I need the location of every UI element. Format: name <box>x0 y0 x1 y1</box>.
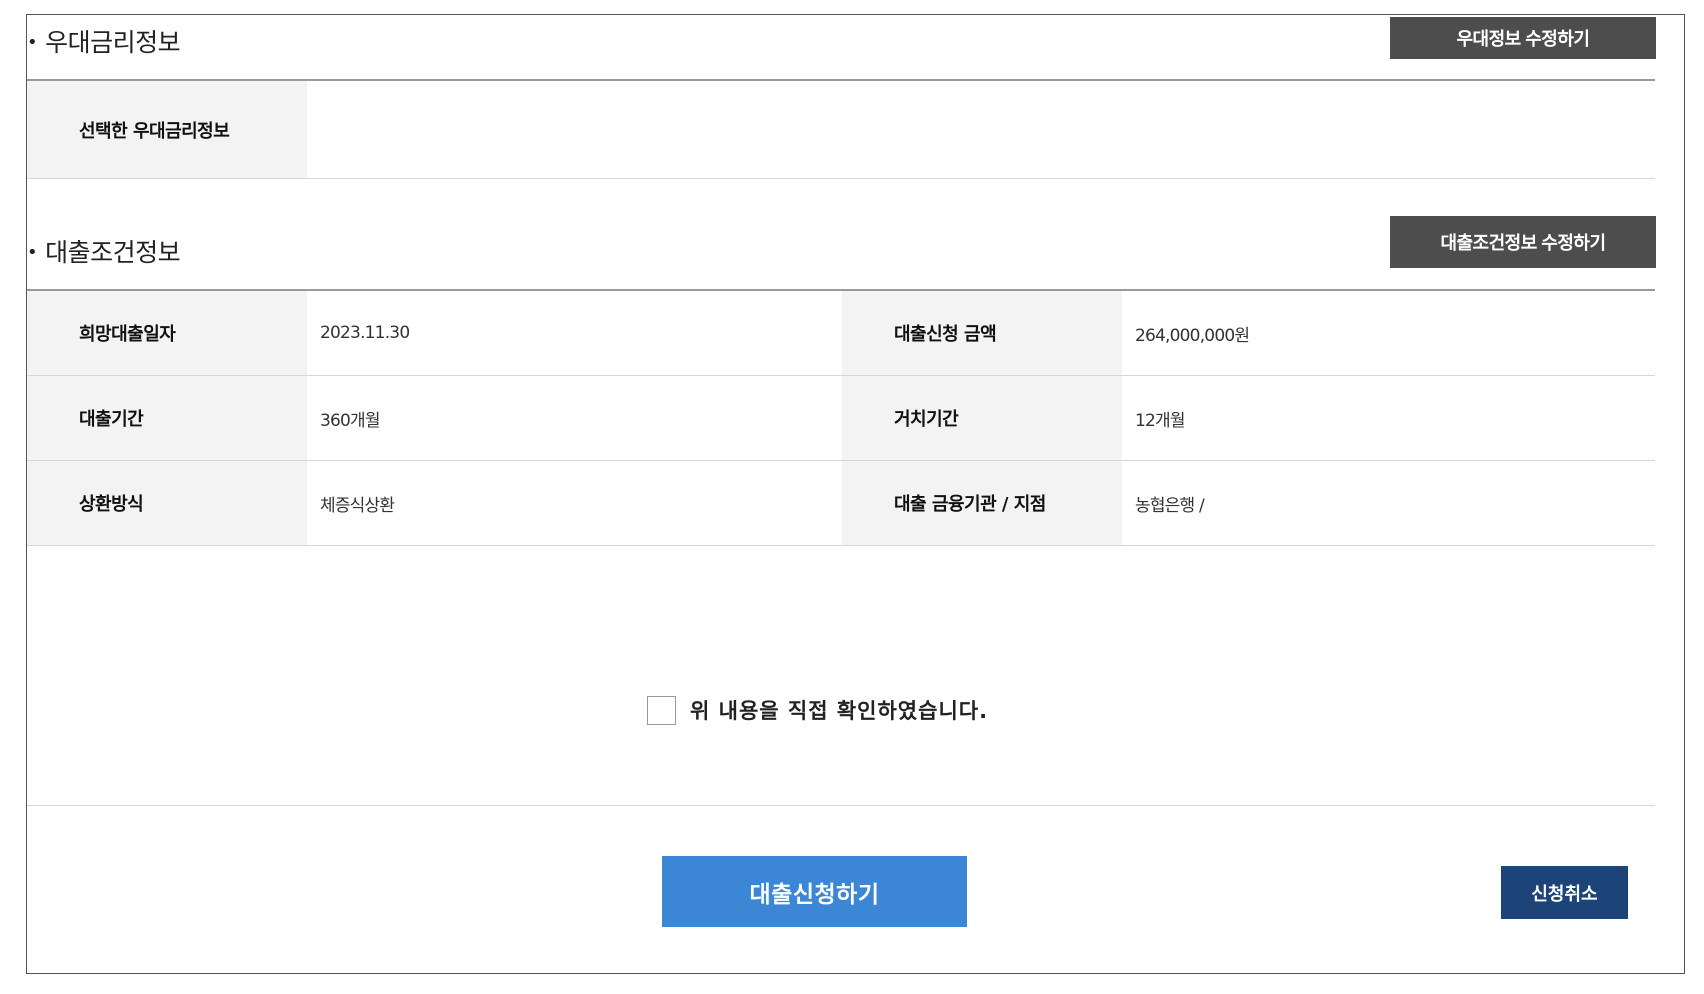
edit-loan-conditions-button[interactable]: 대출조건정보 수정하기 <box>1390 216 1656 268</box>
repayment-method-label: 상환방식 <box>27 461 307 545</box>
grace-period-label: 거치기간 <box>842 376 1122 460</box>
bullet-icon: • <box>27 32 38 53</box>
desired-loan-date-label: 희망대출일자 <box>27 291 307 375</box>
confirm-checkbox[interactable] <box>647 695 676 725</box>
loan-application-panel: • 우대금리정보 우대정보 수정하기 선택한 우대금리정보 • 대출조건정보 대출조… <box>26 14 1685 974</box>
selected-preference-label: 선택한 우대금리정보 <box>27 81 307 178</box>
loan-conditions-section-title: • 대출조건정보 <box>27 238 181 267</box>
divider <box>27 545 1655 546</box>
repayment-method-value: 체증식상환 <box>320 495 395 516</box>
submit-loan-button[interactable]: 대출신청하기 <box>662 856 967 927</box>
selected-preference-value <box>307 81 1655 178</box>
preference-section-title: • 우대금리정보 <box>27 28 181 57</box>
bullet-icon: • <box>27 242 38 263</box>
divider <box>27 805 1655 806</box>
edit-preference-button[interactable]: 우대정보 수정하기 <box>1390 17 1656 59</box>
lending-institution-label: 대출 금융기관 / 지점 <box>842 461 1122 545</box>
confirm-checkbox-label[interactable]: 위 내용을 직접 확인하였습니다. <box>690 695 988 725</box>
desired-loan-date-value: 2023.11.30 <box>320 323 410 343</box>
lending-institution-value: 농협은행 / <box>1135 495 1205 516</box>
loan-amount-label: 대출신청 금액 <box>842 291 1122 375</box>
loan-amount-value: 264,000,000원 <box>1135 325 1250 346</box>
loan-period-label: 대출기간 <box>27 376 307 460</box>
grace-period-value: 12개월 <box>1135 410 1186 431</box>
cancel-application-button[interactable]: 신청취소 <box>1501 866 1628 919</box>
confirm-row: 위 내용을 직접 확인하였습니다. <box>647 695 988 725</box>
loan-period-value: 360개월 <box>320 410 381 431</box>
divider <box>27 178 1655 179</box>
